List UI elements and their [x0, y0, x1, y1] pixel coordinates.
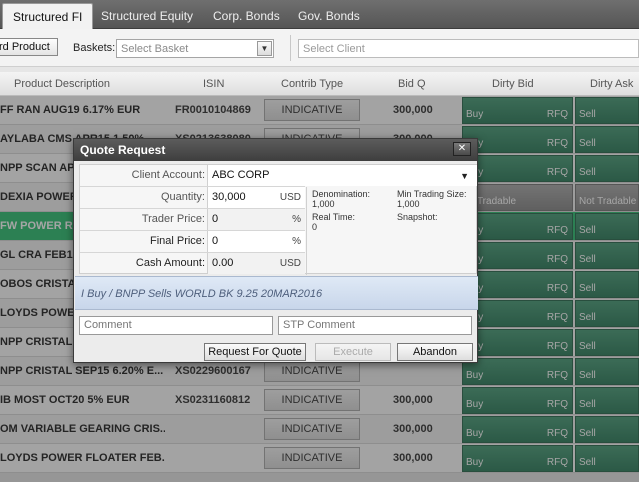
- abandon-button[interactable]: Abandon: [397, 343, 473, 361]
- quantity-label: Quantity:: [160, 191, 205, 203]
- col-isin[interactable]: ISIN: [203, 78, 224, 90]
- min-trading-size-value: 1,000: [397, 199, 420, 209]
- final-price-input[interactable]: 0 %: [207, 231, 305, 252]
- col-product-description[interactable]: Product Description: [14, 78, 110, 90]
- tab-gov-bonds[interactable]: Gov. Bonds: [288, 3, 370, 29]
- client-account-label: Client Account:: [131, 169, 205, 181]
- tab-bar: Structured FI Structured Equity Corp. Bo…: [0, 0, 639, 29]
- trader-price-label: Trader Price:: [141, 213, 205, 225]
- denomination-label: Denomination:: [312, 189, 371, 199]
- instrument-info-panel: Denomination: 1,000 Min Trading Size: 1,…: [306, 187, 478, 275]
- col-dirty-bid[interactable]: Dirty Bid: [492, 78, 534, 90]
- quote-form: Client Account: ABC CORP ▼ Quantity: 30,…: [79, 164, 478, 275]
- comment-input[interactable]: Comment: [79, 316, 273, 335]
- tab-structured-fi[interactable]: Structured FI: [2, 3, 94, 29]
- trader-price-value: 0: [212, 213, 219, 225]
- quantity-input[interactable]: 30,000 USD: [207, 187, 305, 208]
- quantity-value: 30,000: [212, 191, 246, 203]
- execute-button[interactable]: Execute: [315, 343, 391, 361]
- dialog-title: Quote Request: [74, 139, 477, 161]
- trader-price-unit: %: [292, 214, 301, 225]
- tab-corp-bonds[interactable]: Corp. Bonds: [203, 3, 290, 29]
- snapshot-label: Snapshot:: [397, 212, 438, 222]
- toolbar: rd Product Baskets: Select Basket ▼ Sele…: [0, 29, 639, 67]
- basket-select[interactable]: Select Basket ▼: [116, 39, 274, 58]
- request-for-quote-button[interactable]: Request For Quote: [204, 343, 306, 361]
- quantity-row: Quantity: 30,000 USD: [80, 187, 305, 209]
- cash-amount-field: 0.00 USD: [207, 253, 305, 274]
- close-icon[interactable]: ✕: [453, 142, 471, 156]
- client-account-value: ABC CORP: [212, 169, 270, 181]
- final-price-unit: %: [292, 236, 301, 247]
- client-search-placeholder: Select Client: [303, 43, 365, 55]
- real-time-value: 0: [312, 222, 318, 232]
- final-price-row: Final Price: 0 %: [80, 231, 305, 253]
- final-price-label: Final Price:: [149, 235, 205, 247]
- col-contrib-type[interactable]: Contrib Type: [281, 78, 343, 90]
- tab-structured-equity[interactable]: Structured Equity: [91, 3, 203, 29]
- baskets-label: Baskets:: [73, 42, 116, 54]
- stp-comment-placeholder: STP Comment: [283, 319, 355, 331]
- trade-summary-banner: I Buy / BNPP Sells WORLD BK 9.25 20MAR20…: [75, 276, 478, 310]
- col-dirty-ask[interactable]: Dirty Ask: [590, 78, 633, 90]
- client-account-row: Client Account: ABC CORP ▼: [80, 165, 477, 187]
- basket-select-placeholder: Select Basket: [121, 43, 189, 55]
- cash-amount-value: 0.00: [212, 257, 234, 269]
- cash-amount-row: Cash Amount: 0.00 USD: [80, 253, 305, 275]
- grid-header: Product Description ISIN Contrib Type Bi…: [0, 72, 639, 96]
- chevron-down-icon[interactable]: ▼: [257, 41, 272, 56]
- quote-request-dialog: Quote Request ✕ Client Account: ABC CORP…: [73, 138, 478, 363]
- client-search-input[interactable]: Select Client: [298, 39, 639, 58]
- toolbar-divider: [290, 35, 291, 61]
- trade-summary-text: I Buy / BNPP Sells WORLD BK 9.25 20MAR20…: [81, 288, 323, 300]
- col-bid-q[interactable]: Bid Q: [398, 78, 426, 90]
- trader-price-field: 0 %: [207, 209, 305, 230]
- real-time-label: Real Time:: [312, 212, 356, 222]
- cash-amount-unit: USD: [279, 258, 301, 269]
- trader-price-row: Trader Price: 0 %: [80, 209, 305, 231]
- client-account-select[interactable]: ABC CORP ▼: [207, 165, 477, 186]
- min-trading-size-label: Min Trading Size:: [397, 189, 467, 199]
- final-price-value: 0: [212, 235, 219, 247]
- comment-placeholder: Comment: [84, 319, 132, 331]
- cash-amount-label: Cash Amount:: [135, 257, 205, 269]
- chevron-down-icon[interactable]: ▼: [460, 166, 469, 187]
- denomination-value: 1,000: [312, 199, 335, 209]
- add-product-button[interactable]: rd Product: [0, 38, 58, 56]
- quantity-unit: USD: [279, 192, 301, 203]
- stp-comment-input[interactable]: STP Comment: [278, 316, 472, 335]
